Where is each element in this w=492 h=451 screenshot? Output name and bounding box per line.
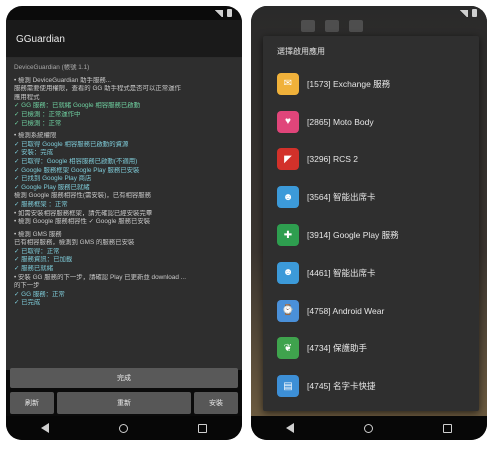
- app-list-item[interactable]: ♥ [2865] Moto Body: [277, 103, 471, 141]
- log-line: ✓ GG 服務：正常: [14, 290, 65, 298]
- app-list-item-label: [1573] Exchange 服務: [307, 78, 391, 89]
- rcs-icon: ◤: [277, 148, 299, 171]
- watch-icon: ⌚: [277, 299, 299, 322]
- log-line: ✓ 服務已就緒: [14, 265, 54, 273]
- log-line: ✓ 安裝：完成: [14, 149, 54, 157]
- nav-bar: [6, 416, 242, 440]
- toolbar-doc-icon: [325, 20, 339, 32]
- app-list-item-label: [4758] Android Wear: [307, 305, 385, 316]
- signal-icon: [459, 9, 468, 17]
- toolbar-gear-icon: [301, 20, 315, 32]
- log-line: ✓ Google 服務框架 Google Play 服務已安裝: [14, 166, 140, 174]
- app-list-item[interactable]: ❦ [4734] 保護助手: [277, 330, 471, 368]
- toolbar-icons: [301, 20, 363, 32]
- log-line: ✓ 服務資訊：已加載: [14, 256, 73, 264]
- button-row: 刷新 重新 安裝: [10, 392, 238, 414]
- log-line: ✓ 已檢測 ：正常: [14, 119, 62, 127]
- app-list-item[interactable]: ⌚ [4758] Android Wear: [277, 292, 471, 330]
- app-list-item[interactable]: ☻ [3564] 智能出席卡: [277, 178, 471, 216]
- retry-button[interactable]: 重新: [57, 392, 191, 414]
- app-list-item-label: [3296] RCS 2: [307, 154, 359, 165]
- card-icon: ▤: [277, 375, 299, 398]
- app-list-item[interactable]: ✉ [1573] Exchange 服務: [277, 65, 471, 103]
- refresh-button[interactable]: 刷新: [10, 392, 54, 414]
- signal-icon: [214, 9, 223, 17]
- home-icon[interactable]: [119, 423, 128, 433]
- log-line: ✓ 已檢測 ：正常運作中: [14, 110, 81, 118]
- log-line: 應用程式: [14, 93, 40, 101]
- log-line: ✓ 已找到 Google Play 商店: [14, 175, 92, 183]
- home-icon[interactable]: [364, 423, 373, 433]
- log-line: ✓ 已取得：正常: [14, 247, 60, 255]
- status-bar: [6, 6, 242, 20]
- log-line: ✓ 已取得 Google 相容服務已啟動的資源: [14, 140, 129, 148]
- install-button[interactable]: 安裝: [194, 392, 238, 414]
- log-line: • 檢測 Google 服務相容性 ✓ Google 服務已安裝: [14, 218, 151, 226]
- nav-bar: [251, 416, 487, 440]
- log-line: ✓ Google Play 服務已就緒: [14, 183, 90, 191]
- app-list-item-label: [4734] 保護助手: [307, 343, 367, 354]
- battery-icon: [472, 9, 477, 17]
- log-line: • 檢測 DeviceGuardian 助手服務...: [14, 76, 112, 84]
- log-line: • 安裝 GG 服務的下一步，請確認 Play 已更新並 download ..…: [14, 273, 186, 281]
- back-icon[interactable]: [286, 423, 294, 433]
- app-list: ✉ [1573] Exchange 服務 ♥ [2865] Moto Body ◤ [32…: [277, 65, 471, 405]
- robot-icon: ☻: [277, 261, 299, 284]
- recents-icon[interactable]: [443, 423, 452, 433]
- log-line: 服務需要使用權限，查看的 GG 助手程式是否可以正常運作: [14, 85, 181, 93]
- log-line: • 檢測 GMS 服務: [14, 230, 62, 238]
- exchange-icon: ✉: [277, 72, 299, 95]
- log-line: ✓ GG 服務：已就緒 Google 相容服務已啟動: [14, 102, 141, 110]
- log-line: 已有相容服務，檢測到 GMS 的服務已安裝: [14, 239, 135, 247]
- log-line: 檢測 Google 服務相容性(需安裝)，已有相容服務: [14, 192, 152, 200]
- app-list-item-label: [3564] 智能出席卡: [307, 192, 376, 203]
- app-chooser-dialog: 選擇啟用應用 ✉ [1573] Exchange 服務 ♥ [2865] Moto B…: [263, 36, 479, 411]
- toolbar-edit-icon: [349, 20, 363, 32]
- app-list-item[interactable]: ◤ [3296] RCS 2: [277, 141, 471, 179]
- app-list-item-label: [4745] 名字卡快捷: [307, 381, 376, 392]
- robot-icon: ☻: [277, 186, 299, 209]
- phone-right: 選擇啟用應用 ✉ [1573] Exchange 服務 ♥ [2865] Moto B…: [251, 6, 487, 440]
- phone-left: GGuardian DeviceGuardian (帳號 1.1) • 檢測 De…: [6, 6, 242, 440]
- battery-icon: [227, 9, 232, 17]
- dialog-title: 選擇啟用應用: [277, 47, 325, 56]
- puzzle-icon: ✚: [277, 224, 299, 247]
- app-list-item-label: [4461] 智能出席卡: [307, 267, 376, 278]
- back-icon[interactable]: [41, 423, 49, 433]
- log-output: DeviceGuardian (帳號 1.1) • 檢測 DeviceGuardi…: [6, 58, 242, 370]
- log-line: ✓ 服務框架 ：正常: [14, 200, 68, 208]
- status-bar: [251, 6, 487, 20]
- heart-icon: ♥: [277, 110, 299, 133]
- done-button[interactable]: 完成: [10, 368, 238, 388]
- app-list-item[interactable]: ✚ [3914] Google Play 服務: [277, 216, 471, 254]
- log-line: • 如需安裝相容服務框架，請先確認已經安裝完畢: [14, 209, 153, 217]
- log-line: ✓ 已完成: [14, 299, 41, 307]
- log-line: DeviceGuardian (帳號 1.1): [14, 64, 90, 71]
- log-line: • 檢測系統權限: [14, 132, 57, 140]
- log-line: ✓ 已取得：Google 相容服務已啟動(不適用): [14, 157, 138, 165]
- app-list-item[interactable]: ▤ [4745] 名字卡快捷: [277, 367, 471, 405]
- app-list-item-label: [3914] Google Play 服務: [307, 230, 399, 241]
- app-list-item-label: [2865] Moto Body: [307, 116, 374, 127]
- log-line: 的下一步: [14, 282, 40, 290]
- app-title: GGuardian: [6, 20, 242, 58]
- leaf-icon: ❦: [277, 337, 299, 360]
- recents-icon[interactable]: [198, 423, 207, 433]
- app-list-item[interactable]: ☻ [4461] 智能出席卡: [277, 254, 471, 292]
